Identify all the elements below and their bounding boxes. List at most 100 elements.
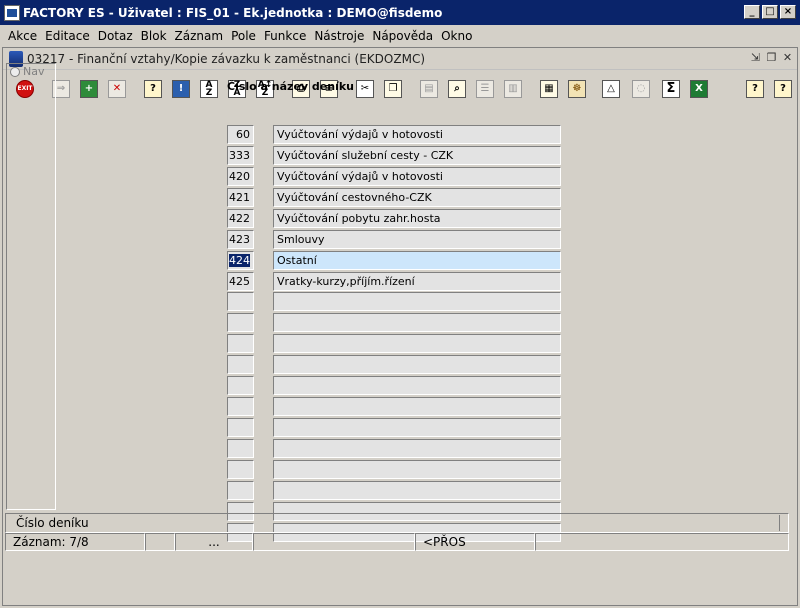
table-row: 422 Vyúčtování pobytu zahr.hosta — [227, 209, 563, 229]
list-button[interactable]: ☰ — [473, 77, 497, 101]
journal-number-value: 333 — [229, 149, 250, 162]
menu-editace[interactable]: Editace — [41, 29, 94, 43]
close-button[interactable]: × — [780, 5, 796, 19]
journal-name-field[interactable] — [273, 292, 561, 311]
execute-query-button[interactable]: ! — [169, 77, 193, 101]
journal-name-field[interactable] — [273, 334, 561, 353]
sort-ascending-button[interactable]: AZ — [197, 77, 221, 101]
menu-zaznam[interactable]: Záznam — [171, 29, 228, 43]
tree-button[interactable]: △ — [599, 77, 623, 101]
journal-name-field[interactable]: Vyúčtování pobytu zahr.hosta — [273, 209, 561, 228]
journal-name-field[interactable] — [273, 397, 561, 416]
insert-record-icon: + — [80, 80, 98, 98]
menu-napoveda[interactable]: Nápověda — [368, 29, 437, 43]
search-button[interactable]: ⌕ — [445, 77, 469, 101]
nav-label: Nav — [23, 65, 45, 78]
menu-akce[interactable]: Akce — [4, 29, 41, 43]
table-row: 421 Vyúčtování cestovného-CZK — [227, 188, 563, 208]
journal-number-value: 425 — [229, 275, 250, 288]
app-title: FACTORY ES - Uživatel : FIS_01 - Ek.jedn… — [23, 5, 443, 20]
journal-name-field[interactable] — [273, 418, 561, 437]
table-row — [227, 481, 563, 501]
journal-name-field[interactable] — [273, 460, 561, 479]
minimize-button[interactable]: _ — [744, 5, 760, 19]
insert-record-button[interactable]: + — [77, 77, 101, 101]
journal-name-field[interactable] — [273, 439, 561, 458]
maximize-button[interactable]: □ — [762, 5, 778, 19]
menu-okno[interactable]: Okno — [437, 29, 476, 43]
journal-number-field[interactable]: 425 — [227, 272, 254, 291]
paste-button[interactable]: ▤ — [417, 77, 441, 101]
journal-number-field[interactable]: 424 — [227, 251, 254, 270]
journal-number-field[interactable] — [227, 313, 254, 332]
menu-nastroje[interactable]: Nástroje — [310, 29, 368, 43]
journal-number-field[interactable]: 422 — [227, 209, 254, 228]
menu-dotaz[interactable]: Dotaz — [94, 29, 137, 43]
journal-name-field[interactable]: Smlouvy — [273, 230, 561, 249]
journal-name-field[interactable]: Vratky-kurzy,příjím.řízení — [273, 272, 561, 291]
journal-number-field[interactable] — [227, 292, 254, 311]
journal-number-field[interactable] — [227, 418, 254, 437]
execute-query-icon: ! — [172, 80, 190, 98]
table-row: 425 Vratky-kurzy,příjím.řízení — [227, 272, 563, 292]
nav-radio[interactable] — [10, 67, 20, 77]
record-detail-button[interactable]: ▦ — [537, 77, 561, 101]
journal-number-field[interactable]: 60 — [227, 125, 254, 144]
enter-query-icon: ? — [144, 80, 162, 98]
journal-number-field[interactable] — [227, 439, 254, 458]
journal-name-field[interactable] — [273, 481, 561, 500]
menu-blok[interactable]: Blok — [137, 29, 171, 43]
journal-number-value: 60 — [236, 128, 250, 141]
journal-number-field[interactable]: 423 — [227, 230, 254, 249]
journal-number-field[interactable] — [227, 481, 254, 500]
grey-function-button[interactable]: ◌ — [629, 77, 653, 101]
journal-number-field[interactable] — [227, 397, 254, 416]
enter-query-button[interactable]: ? — [141, 77, 165, 101]
journal-number-field[interactable] — [227, 460, 254, 479]
journal-number-field[interactable]: 421 — [227, 188, 254, 207]
field-hint: Číslo deníku — [5, 513, 789, 533]
app-icon — [4, 4, 20, 21]
journal-name-field[interactable]: Vyúčtování služební cesty - CZK — [273, 146, 561, 165]
journal-number-field[interactable]: 420 — [227, 167, 254, 186]
menu-funkce[interactable]: Funkce — [260, 29, 310, 43]
journal-name-field[interactable]: Vyúčtování výdajů v hotovosti — [273, 125, 561, 144]
table-row: 60 Vyúčtování výdajů v hotovosti — [227, 125, 563, 145]
table-row — [227, 313, 563, 333]
journal-name-field[interactable]: Vyúčtování výdajů v hotovosti — [273, 167, 561, 186]
paste-icon: ▤ — [420, 80, 438, 98]
journal-name-field[interactable] — [273, 376, 561, 395]
form-minimize-icon[interactable]: ⇲ — [750, 51, 761, 64]
copy-button[interactable]: ❐ — [381, 77, 405, 101]
delete-record-button[interactable]: ✕ — [105, 77, 129, 101]
form-restore-icon[interactable]: ❐ — [766, 51, 777, 64]
journal-name-field[interactable] — [273, 313, 561, 332]
form-close-icon[interactable]: ✕ — [782, 51, 793, 64]
excel-export-button[interactable]: X — [687, 77, 711, 101]
journal-number-field[interactable] — [227, 355, 254, 374]
sum-button[interactable]: Σ — [659, 77, 683, 101]
table-row — [227, 439, 563, 459]
journal-name-field[interactable] — [273, 355, 561, 374]
copy-icon: ❐ — [384, 80, 402, 98]
excel-icon: X — [690, 80, 708, 98]
journal-number-field[interactable]: 333 — [227, 146, 254, 165]
search-icon: ⌕ — [448, 80, 466, 98]
table-row — [227, 460, 563, 480]
menu-pole[interactable]: Pole — [227, 29, 260, 43]
help-button[interactable]: ? — [771, 77, 795, 101]
journal-number-field[interactable] — [227, 376, 254, 395]
columns-button[interactable]: ▥ — [501, 77, 525, 101]
form-title: 03217 - Finanční vztahy/Kopie závazku k … — [27, 51, 425, 66]
nav-panel: Nav — [6, 63, 56, 510]
menu-bar: Akce Editace Dotaz Blok Záznam Pole Funk… — [0, 25, 800, 46]
journal-name-field[interactable]: Vyúčtování cestovného-CZK — [273, 188, 561, 207]
sort-ascending-icon: AZ — [200, 80, 218, 98]
context-help-button[interactable]: ? — [743, 77, 767, 101]
cut-button[interactable]: ✂ — [353, 77, 377, 101]
journal-name-field[interactable]: Ostatní — [273, 251, 561, 270]
navigate-button[interactable]: ☸ — [565, 77, 589, 101]
journal-number-field[interactable] — [227, 334, 254, 353]
delete-record-icon: ✕ — [108, 80, 126, 98]
status-bar: Záznam: 7/8 ... <PŘOS — [5, 533, 789, 551]
